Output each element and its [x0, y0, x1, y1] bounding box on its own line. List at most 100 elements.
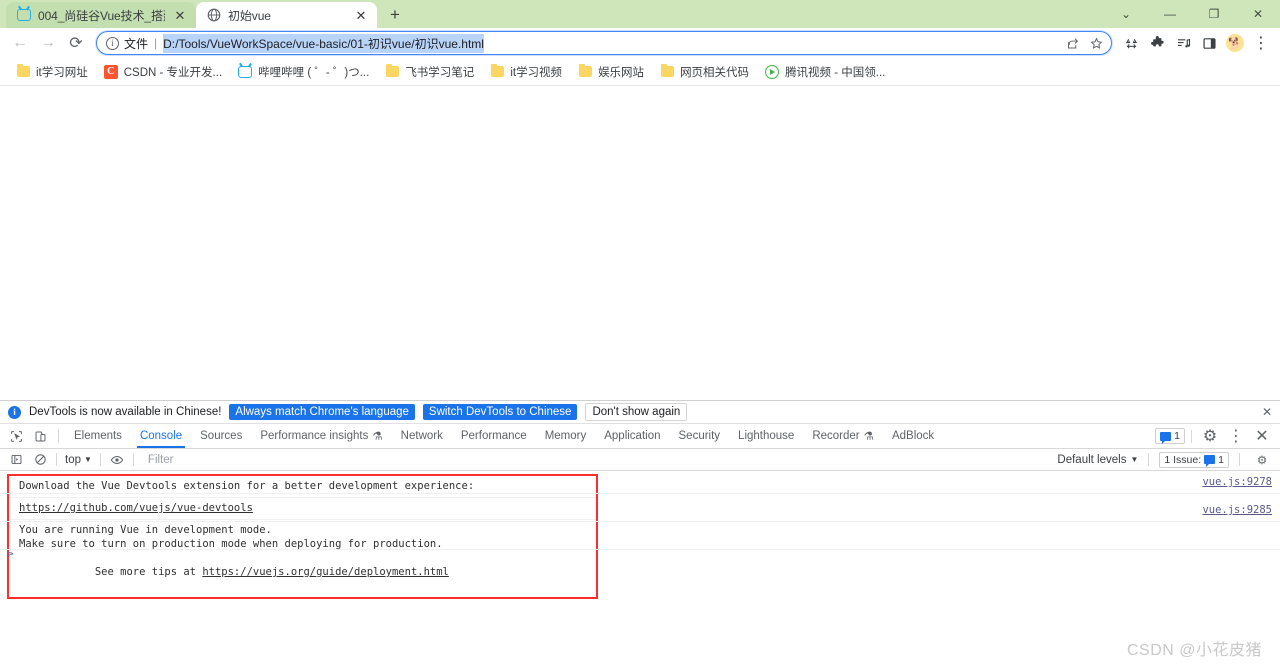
- new-tab-button[interactable]: +: [381, 2, 409, 28]
- always-match-chrome-language-button[interactable]: Always match Chrome's language: [229, 404, 415, 420]
- device-toolbar-icon[interactable]: [28, 424, 52, 448]
- filterbar-divider-4: [1148, 453, 1150, 466]
- tab-application[interactable]: Application: [595, 424, 669, 448]
- tab-console-label: Console: [139, 430, 183, 442]
- console-message-0[interactable]: Download the Vue Devtools extension for …: [9, 476, 596, 498]
- forward-button[interactable]: →: [34, 29, 62, 57]
- bookmark-item-4[interactable]: it学习视频: [482, 61, 570, 83]
- execution-context-selector[interactable]: top ▼: [61, 454, 96, 466]
- message-icon: [1160, 431, 1172, 444]
- close-notice-icon[interactable]: ✕: [1262, 405, 1272, 419]
- log-levels-selector[interactable]: Default levels ▼: [1057, 454, 1138, 466]
- clear-console-icon[interactable]: [28, 453, 52, 466]
- live-expression-eye-icon[interactable]: [105, 453, 129, 467]
- address-bar-input[interactable]: D:/Tools/VueWorkSpace/vue-basic/01-初识vue…: [163, 33, 484, 53]
- tab-sources[interactable]: Sources: [191, 424, 251, 448]
- profile-avatar[interactable]: 🐕: [1222, 30, 1248, 56]
- reading-list-icon[interactable]: [1170, 30, 1196, 56]
- issues-summary-text: 1 Issue:: [1164, 453, 1202, 466]
- tab-lighthouse[interactable]: Lighthouse: [729, 424, 803, 448]
- side-panel-icon[interactable]: [1196, 30, 1222, 56]
- devtools-language-notice: i DevTools is now available in Chinese! …: [0, 401, 1280, 424]
- inspect-element-icon[interactable]: [4, 424, 28, 448]
- browser-toolbar: ← → ⟳ i 文件 | D:/Tools/VueWorkSpace/vue-b…: [0, 28, 1280, 58]
- page-info-icon[interactable]: i: [106, 36, 119, 50]
- bilibili-icon: [238, 65, 253, 79]
- address-bar[interactable]: i 文件 | D:/Tools/VueWorkSpace/vue-basic/0…: [96, 31, 1112, 55]
- tab-memory[interactable]: Memory: [536, 424, 596, 448]
- switch-devtools-to-chinese-button[interactable]: Switch DevTools to Chinese: [422, 404, 578, 420]
- dont-show-again-button[interactable]: Don't show again: [585, 403, 688, 421]
- share-icon[interactable]: [1061, 32, 1083, 54]
- issues-summary-chip[interactable]: 1 Issue: 1: [1159, 451, 1229, 468]
- tab-adblock[interactable]: AdBlock: [883, 424, 943, 448]
- browser-tab-1-title: 004_尚硅谷Vue技术_搭建Vue开: [38, 8, 165, 23]
- bookmark-item-7-label: 腾讯视频 - 中国领...: [785, 66, 886, 79]
- bookmark-item-3-label: 飞书学习笔记: [405, 66, 475, 79]
- console-filter-bar: top ▼ Filter Default levels ▼ 1 Issue: 1: [0, 449, 1280, 471]
- filterbar-divider: [56, 453, 57, 466]
- globe-icon: [206, 8, 221, 23]
- maximize-button[interactable]: ❐: [1192, 0, 1236, 28]
- console-prompt-caret[interactable]: >: [7, 547, 14, 560]
- actions-divider: [1191, 429, 1192, 443]
- reload-button[interactable]: ⟳: [62, 29, 90, 57]
- tabbar-divider: [58, 429, 59, 443]
- issues-counter-badge[interactable]: 1: [1155, 428, 1185, 444]
- recycle-extension-icon[interactable]: [1118, 30, 1144, 56]
- gear-icon[interactable]: ⚙: [1250, 453, 1274, 467]
- close-button[interactable]: ✕: [1236, 0, 1280, 28]
- devtools-tabbar-actions: 1 ⚙ ⋮ ✕: [1155, 424, 1280, 448]
- console-message-0-link-row[interactable]: https://github.com/vuejs/vue-devtools: [9, 498, 596, 520]
- back-button[interactable]: ←: [6, 29, 34, 57]
- tab-recorder[interactable]: Recorder ⚗: [803, 424, 883, 448]
- console-message-1[interactable]: You are running Vue in development mode.…: [9, 520, 596, 597]
- tab-console[interactable]: Console: [131, 424, 191, 448]
- devtools-more-icon[interactable]: ⋮: [1224, 426, 1248, 446]
- devtools-close-icon[interactable]: ✕: [1250, 426, 1274, 446]
- browser-tab-2[interactable]: 初始vue ✕: [196, 2, 377, 28]
- tab-elements[interactable]: Elements: [65, 424, 131, 448]
- vue-deployment-link[interactable]: https://vuejs.org/guide/deployment.html: [202, 566, 449, 578]
- folder-icon: [16, 64, 30, 79]
- console-filter-input[interactable]: Filter: [138, 454, 1057, 466]
- bookmark-item-3[interactable]: 飞书学习笔记: [377, 61, 482, 83]
- chrome-menu-icon[interactable]: ⋮: [1248, 30, 1274, 56]
- experiment-flask-icon: ⚗: [863, 431, 874, 443]
- devtools-tabbar: Elements Console Sources Performance ins…: [0, 424, 1280, 449]
- profile-avatar-image: 🐕: [1226, 34, 1244, 52]
- browser-tab-2-close-icon[interactable]: ✕: [353, 7, 369, 23]
- star-icon[interactable]: [1085, 32, 1107, 54]
- tab-application-label: Application: [604, 430, 661, 442]
- tab-security[interactable]: Security: [670, 424, 730, 448]
- minimize-button[interactable]: —: [1148, 0, 1192, 28]
- bookmark-item-0[interactable]: it学习网址: [8, 61, 96, 83]
- tab-performance-insights[interactable]: Performance insights ⚗: [251, 424, 391, 448]
- console-output[interactable]: Download the Vue Devtools extension for …: [0, 471, 1280, 672]
- page-viewport: [0, 86, 1280, 400]
- tab-search-button[interactable]: ⌄: [1104, 0, 1148, 28]
- folder-icon: [660, 64, 674, 79]
- bookmark-item-6[interactable]: 网页相关代码: [652, 61, 757, 83]
- vue-devtools-link[interactable]: https://github.com/vuejs/vue-devtools: [19, 501, 253, 515]
- console-row-separator: [0, 521, 1280, 522]
- console-sidebar-toggle-icon[interactable]: [4, 453, 28, 466]
- browser-tab-1-close-icon[interactable]: ✕: [172, 7, 188, 23]
- bookmark-item-2[interactable]: 哔哩哔哩 ( ゜- ゜)つ...: [230, 61, 377, 83]
- log-levels-label: Default levels: [1057, 453, 1127, 466]
- bookmark-item-1-label: CSDN - 专业开发...: [123, 66, 223, 79]
- bookmark-item-5[interactable]: 娱乐网站: [570, 61, 652, 83]
- extensions-puzzle-icon[interactable]: [1144, 30, 1170, 56]
- console-source-link-1[interactable]: vue.js:9285: [1202, 504, 1272, 516]
- browser-tab-1[interactable]: 004_尚硅谷Vue技术_搭建Vue开 ✕: [6, 2, 196, 28]
- tab-recorder-label: Recorder: [812, 430, 860, 442]
- tab-performance[interactable]: Performance: [452, 424, 536, 448]
- console-source-link-0[interactable]: vue.js:9278: [1202, 476, 1272, 488]
- bookmark-item-1[interactable]: C CSDN - 专业开发...: [96, 61, 230, 83]
- bookmark-item-7[interactable]: 腾讯视频 - 中国领...: [757, 61, 893, 83]
- window-controls: ⌄ — ❐ ✕: [1104, 0, 1280, 28]
- console-message-1-line-0: You are running Vue in development mode.: [19, 524, 272, 536]
- gear-icon[interactable]: ⚙: [1198, 426, 1222, 446]
- tab-network[interactable]: Network: [392, 424, 452, 448]
- omnibox-separator: |: [154, 36, 158, 50]
